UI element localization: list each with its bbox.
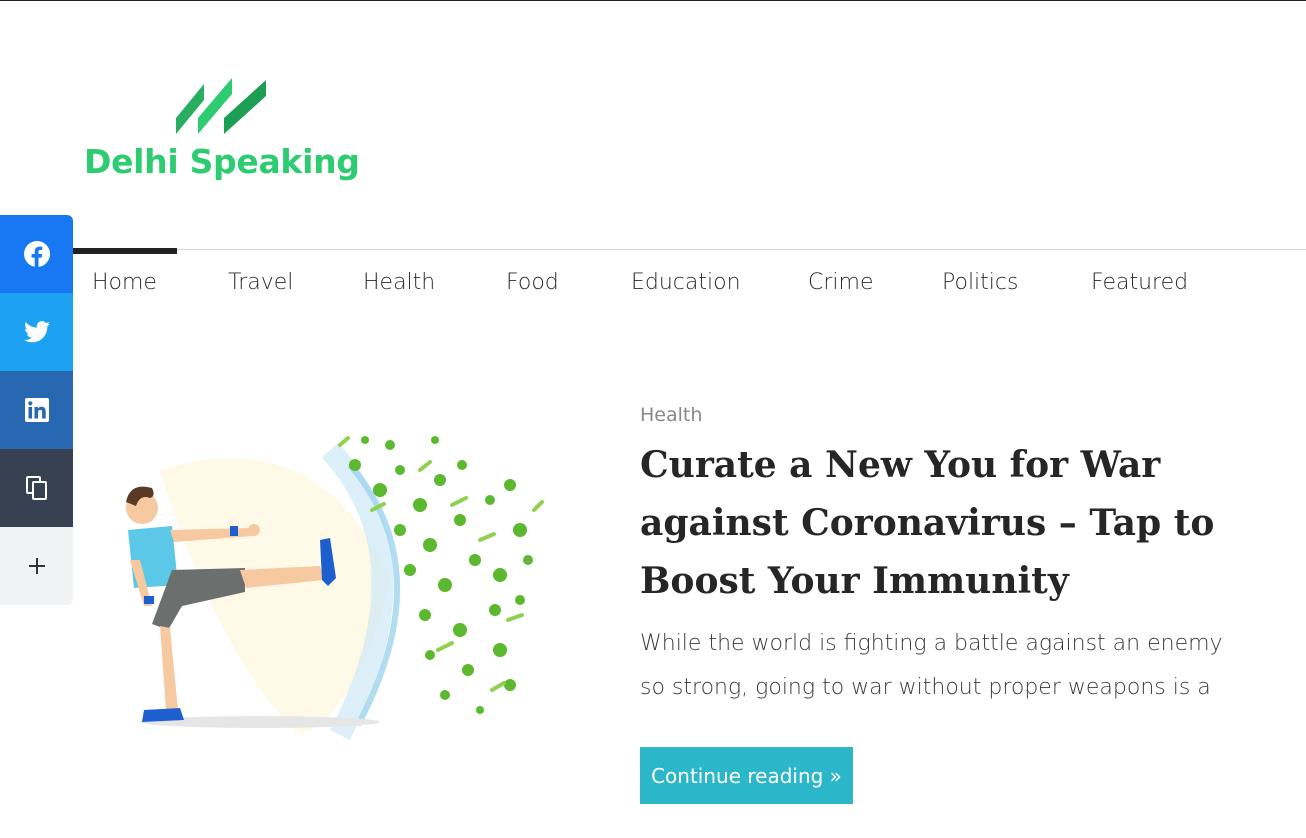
facebook-icon bbox=[23, 241, 50, 267]
article-category-link[interactable]: Health bbox=[640, 404, 702, 426]
share-sidebar bbox=[0, 215, 73, 605]
plus-icon bbox=[28, 558, 45, 574]
linkedin-share-button[interactable] bbox=[0, 371, 73, 449]
copy-icon bbox=[25, 476, 47, 500]
nav-item-featured[interactable]: Featured bbox=[1091, 270, 1188, 295]
top-border bbox=[0, 0, 1306, 1]
nav-item-politics[interactable]: Politics bbox=[942, 270, 1018, 295]
linkedin-icon bbox=[24, 398, 49, 422]
nav-active-indicator bbox=[73, 248, 177, 254]
nav-item-home[interactable]: Home bbox=[92, 270, 157, 295]
site-logo[interactable]: Delhi Speaking bbox=[84, 78, 384, 188]
twitter-icon bbox=[23, 321, 50, 343]
nav-item-travel[interactable]: Travel bbox=[228, 270, 293, 295]
article-featured-image[interactable] bbox=[100, 410, 560, 750]
more-share-button[interactable] bbox=[0, 527, 73, 605]
nav-item-health[interactable]: Health bbox=[363, 270, 435, 295]
nav-item-crime[interactable]: Crime bbox=[808, 270, 873, 295]
kick-virus-illustration bbox=[126, 436, 544, 741]
copy-link-button[interactable] bbox=[0, 449, 73, 527]
facebook-share-button[interactable] bbox=[0, 215, 73, 293]
nav-divider bbox=[73, 249, 1306, 250]
logo-mark-icon bbox=[176, 78, 266, 134]
nav-item-education[interactable]: Education bbox=[631, 270, 741, 295]
continue-reading-button[interactable]: Continue reading » bbox=[640, 747, 853, 804]
article-title[interactable]: Curate a New You for War against Coronav… bbox=[640, 436, 1260, 610]
twitter-share-button[interactable] bbox=[0, 293, 73, 371]
logo-text: Delhi Speaking bbox=[84, 142, 360, 181]
nav-item-food[interactable]: Food bbox=[506, 270, 559, 295]
article-excerpt: While the world is fighting a battle aga… bbox=[640, 631, 1223, 700]
